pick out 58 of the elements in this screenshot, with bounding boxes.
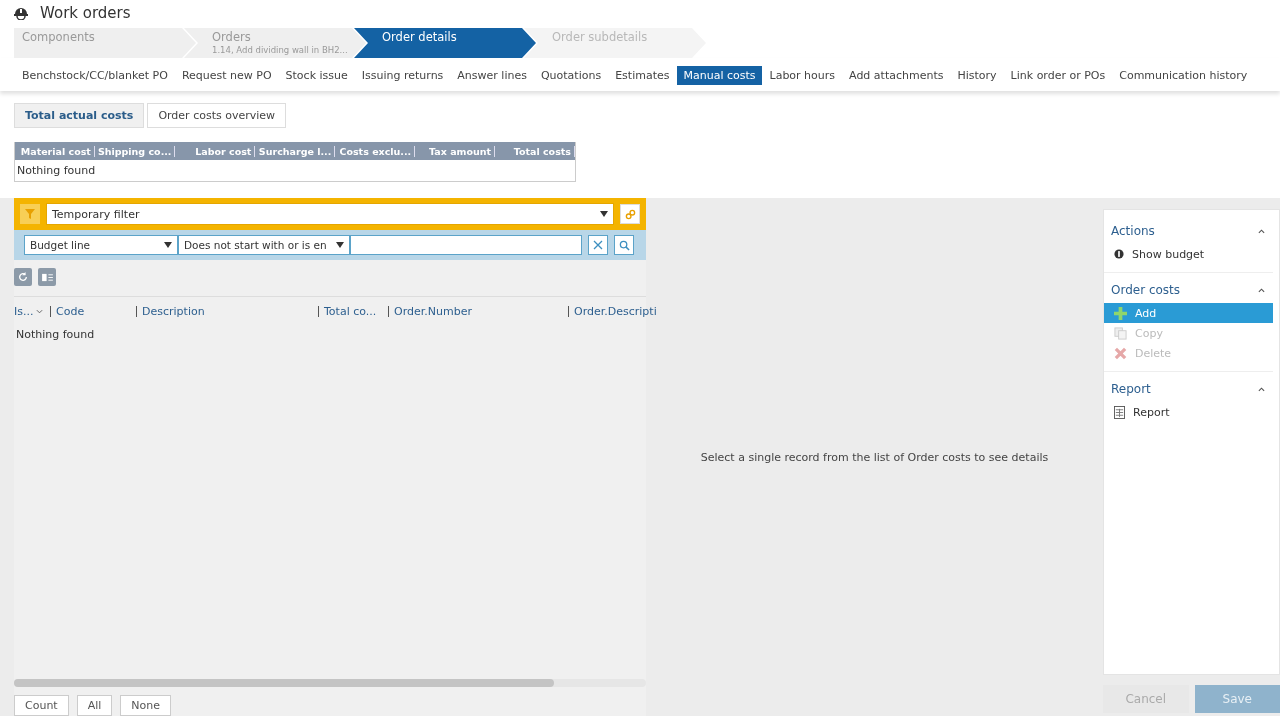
tab[interactable]: Manual costs: [677, 66, 762, 85]
helmet-icon: [14, 6, 28, 20]
column-header[interactable]: Code: [56, 305, 85, 318]
value-field[interactable]: [350, 235, 582, 255]
caret-icon: [600, 211, 608, 217]
empty-detail-message: Select a single record from the list of Order costs to see details: [700, 450, 1049, 464]
report-icon: [1114, 405, 1125, 419]
plus-icon: [1114, 306, 1127, 320]
window-title: Work orders: [40, 4, 131, 22]
section-title: Actions: [1111, 224, 1155, 238]
operator-dropdown[interactable]: Does not start with or is en: [178, 235, 350, 255]
chevron-icon[interactable]: [1258, 386, 1265, 392]
action-item[interactable]: Show budget: [1104, 244, 1273, 264]
tab[interactable]: Labor hours: [763, 66, 842, 85]
filter-dropdown[interactable]: Temporary filter: [46, 203, 614, 225]
action-item[interactable]: Report: [1104, 402, 1273, 422]
caret-icon: [164, 242, 172, 248]
tab[interactable]: Order costs overview: [147, 103, 287, 128]
tab[interactable]: Benchstock/CC/blanket PO: [16, 66, 174, 85]
column-header[interactable]: Is...: [14, 305, 34, 318]
column-header[interactable]: Order.Descripti: [574, 305, 657, 318]
link-icon[interactable]: [620, 204, 640, 224]
section-title: Order costs: [1111, 283, 1181, 297]
tab[interactable]: Issuing returns: [355, 66, 450, 85]
tab[interactable]: Total actual costs: [14, 103, 145, 128]
tab[interactable]: Quotations: [534, 66, 608, 85]
footer-button[interactable]: All: [76, 695, 113, 716]
footer-button[interactable]: None: [120, 695, 171, 716]
tab[interactable]: Link order or POs: [1004, 66, 1112, 85]
tab[interactable]: Add attachments: [843, 66, 950, 85]
close-icon[interactable]: [588, 235, 608, 255]
column-header[interactable]: Description: [142, 305, 205, 318]
footer-button[interactable]: Count: [14, 695, 69, 716]
scrollbar[interactable]: [14, 679, 646, 687]
section-title: Report: [1111, 382, 1151, 396]
sort-icon[interactable]: [36, 309, 44, 314]
cross-icon: [1114, 346, 1127, 360]
copy-icon: [1114, 326, 1127, 340]
empty-message: Nothing found: [15, 327, 96, 343]
caret-icon: [336, 242, 344, 248]
empty-message: Nothing found: [16, 163, 97, 179]
refresh-icon[interactable]: [14, 268, 32, 286]
field-dropdown[interactable]: Budget line: [24, 235, 178, 255]
tab[interactable]: Request new PO: [175, 66, 278, 85]
chevron-icon[interactable]: [1258, 287, 1265, 293]
chevron-icon[interactable]: [1258, 228, 1265, 234]
coin-icon: [1114, 249, 1124, 259]
tab[interactable]: Answer lines: [451, 66, 533, 85]
column-header[interactable]: Total co...: [324, 305, 377, 318]
filter-icon[interactable]: [20, 204, 40, 224]
search-icon[interactable]: [614, 235, 634, 255]
columns-icon[interactable]: [38, 268, 56, 286]
tab[interactable]: History: [951, 66, 1003, 85]
tab[interactable]: Communication history: [1113, 66, 1254, 85]
tab[interactable]: Estimates: [609, 66, 676, 85]
breadcrumb-step[interactable]: Order details: [354, 28, 536, 58]
column-header[interactable]: Order.Number: [394, 305, 472, 318]
tab[interactable]: Stock issue: [279, 66, 354, 85]
